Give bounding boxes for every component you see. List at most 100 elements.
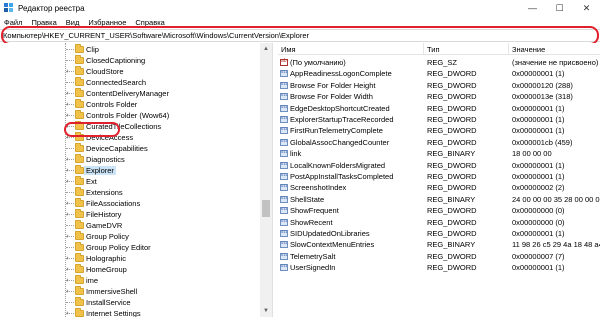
binary-value-icon (280, 172, 288, 180)
value-row[interactable]: ShellState REG_BINARY 24 00 00 00 35 28 00… (278, 194, 600, 205)
tree-item[interactable]: DeviceCapabilities (0, 143, 260, 154)
expand-chevron-icon[interactable]: › (64, 68, 71, 75)
expand-chevron-icon[interactable] (64, 189, 71, 196)
expand-chevron-icon[interactable]: › (64, 101, 71, 108)
tree-item[interactable]: › CuratedTileCollections (0, 121, 260, 132)
tree-item[interactable]: Clip (0, 44, 260, 55)
value-row[interactable]: LocalKnownFoldersMigrated REG_DWORD 0x0000… (278, 160, 600, 171)
value-row[interactable]: ScreenshotIndex REG_DWORD 0x00000002 (2) (278, 182, 600, 193)
value-row[interactable]: AppReadinessLogonComplete REG_DWORD 0x0000… (278, 68, 600, 79)
tree-item[interactable]: › ime (0, 275, 260, 286)
value-row[interactable]: EdgeDesktopShortcutCreated REG_DWORD 0x000… (278, 103, 600, 114)
expand-chevron-icon[interactable]: › (64, 288, 71, 295)
window-title: Редактор реестра (18, 3, 85, 13)
value-data: 0x000001cb (459) (512, 137, 573, 147)
scroll-down-arrow-icon[interactable]: ▼ (260, 305, 272, 317)
value-row[interactable]: GlobalAssocChangedCounter REG_DWORD 0x0000… (278, 137, 600, 148)
expand-chevron-icon[interactable] (64, 222, 71, 229)
expand-chevron-icon[interactable] (64, 79, 71, 86)
tree-item[interactable]: InstallService (0, 297, 260, 308)
expand-chevron-icon[interactable]: › (64, 156, 71, 163)
tree-item[interactable]: › ContentDeliveryManager (0, 88, 260, 99)
expand-chevron-icon[interactable] (64, 299, 71, 306)
expand-chevron-icon[interactable]: › (64, 277, 71, 284)
value-row[interactable]: ShowFrequent REG_DWORD 0x00000000 (0) (278, 205, 600, 216)
close-button[interactable]: ✕ (573, 0, 600, 16)
expand-chevron-icon[interactable]: › (64, 255, 71, 262)
value-type: REG_DWORD (427, 251, 477, 261)
value-type: REG_DWORD (427, 103, 477, 113)
tree-item[interactable]: › DeviceAccess (0, 132, 260, 143)
binary-value-icon (280, 81, 288, 89)
tree-item-label: ClosedCaptioning (86, 56, 146, 65)
expand-chevron-icon[interactable]: › (64, 211, 71, 218)
tree-item[interactable]: › Controls Folder (0, 99, 260, 110)
value-data: 0x00000001 (1) (512, 126, 565, 136)
tree-item[interactable]: › FileAssociations (0, 198, 260, 209)
folder-icon (75, 209, 84, 218)
value-row[interactable]: link REG_BINARY 18 00 00 00 (278, 148, 600, 159)
value-data: 0x00000007 (7) (512, 251, 565, 261)
expand-chevron-icon[interactable]: › (64, 178, 71, 185)
value-row[interactable]: Browse For Folder Width REG_DWORD 0x000001… (278, 91, 600, 102)
value-row[interactable]: (По умолчанию) REG_SZ (значение не присвое… (278, 57, 600, 68)
tree-item[interactable]: GameDVR (0, 220, 260, 231)
tree-item[interactable]: › Diagnostics (0, 154, 260, 165)
tree-item[interactable]: › Group Policy (0, 231, 260, 242)
tree-item[interactable]: › Holographic (0, 253, 260, 264)
column-data-header[interactable]: Значение (512, 45, 545, 54)
expand-chevron-icon[interactable] (64, 244, 71, 251)
tree-item[interactable]: › Explorer (0, 165, 260, 176)
expand-chevron-icon[interactable] (64, 145, 71, 152)
expand-chevron-icon[interactable]: › (64, 90, 71, 97)
value-data: 0x00000000 (0) (512, 217, 565, 227)
tree-item[interactable]: › Controls Folder (Wow64) (0, 110, 260, 121)
tree-item[interactable]: Extensions (0, 187, 260, 198)
value-row[interactable]: SIDUpdatedOnLibraries REG_DWORD 0x00000001… (278, 228, 600, 239)
value-row[interactable]: FirstRunTelemetryComplete REG_DWORD 0x0000… (278, 125, 600, 136)
column-divider[interactable] (508, 43, 509, 55)
binary-value-icon (280, 183, 288, 192)
maximize-button[interactable]: ☐ (546, 0, 573, 16)
value-type: REG_DWORD (427, 217, 477, 227)
tree-item[interactable]: Group Policy Editor (0, 242, 260, 253)
value-name: (По умолчанию) (290, 58, 346, 67)
tree-item[interactable]: › Internet Settings (0, 308, 260, 317)
expand-chevron-icon[interactable]: › (64, 310, 71, 317)
column-type-header[interactable]: Тип (427, 45, 440, 54)
tree-item[interactable]: ClosedCaptioning (0, 55, 260, 66)
string-value-icon (280, 58, 288, 66)
expand-chevron-icon[interactable]: › (64, 266, 71, 273)
expand-chevron-icon[interactable]: › (64, 112, 71, 119)
expand-chevron-icon[interactable]: › (64, 200, 71, 207)
expand-chevron-icon[interactable] (64, 57, 71, 64)
tree-item[interactable]: › Ext (0, 176, 260, 187)
tree-scrollbar[interactable]: ▲ ▼ (260, 43, 272, 317)
value-row[interactable]: Browse For Folder Height REG_DWORD 0x00000… (278, 80, 600, 91)
value-row[interactable]: PostAppInstallTasksCompleted REG_DWORD 0x0… (278, 171, 600, 182)
column-name-header[interactable]: Имя (281, 45, 296, 54)
tree-item[interactable]: ConnectedSearch (0, 77, 260, 88)
value-row[interactable]: ShowRecent REG_DWORD 0x00000000 (0) (278, 217, 600, 228)
value-name: ShellState (290, 194, 325, 204)
tree-item[interactable]: › ImmersiveShell (0, 286, 260, 297)
folder-icon (75, 220, 84, 229)
value-row[interactable]: UserSignedIn REG_DWORD 0x00000001 (1) (278, 262, 600, 273)
expand-chevron-icon[interactable]: › (64, 233, 71, 240)
tree-item[interactable]: › HomeGroup (0, 264, 260, 275)
expand-chevron-icon[interactable]: › (64, 167, 71, 174)
tree-item[interactable]: › CloudStore (0, 66, 260, 77)
value-data: 0x00000001 (1) (512, 229, 565, 238)
scroll-up-arrow-icon[interactable]: ▲ (260, 43, 272, 55)
expand-chevron-icon[interactable] (64, 46, 71, 53)
value-row[interactable]: SlowContextMenuEntries REG_BINARY 11 98 26… (278, 239, 600, 250)
value-row[interactable]: ExplorerStartupTraceRecorded REG_DWORD 0x0… (278, 114, 600, 125)
key-tree[interactable]: Clip ClosedCaptioning › CloudStore Connected… (0, 43, 272, 317)
minimize-button[interactable]: — (519, 0, 546, 16)
column-divider[interactable] (423, 43, 424, 55)
value-row[interactable]: TelemetrySalt REG_DWORD 0x00000007 (7) (278, 251, 600, 262)
scrollbar-thumb[interactable] (262, 200, 270, 217)
tree-item-label: FileAssociations (86, 199, 141, 208)
values-list[interactable]: Имя Тип Значение (По умолчанию) REG_SZ (зн… (278, 43, 600, 317)
tree-item[interactable]: › FileHistory (0, 209, 260, 220)
